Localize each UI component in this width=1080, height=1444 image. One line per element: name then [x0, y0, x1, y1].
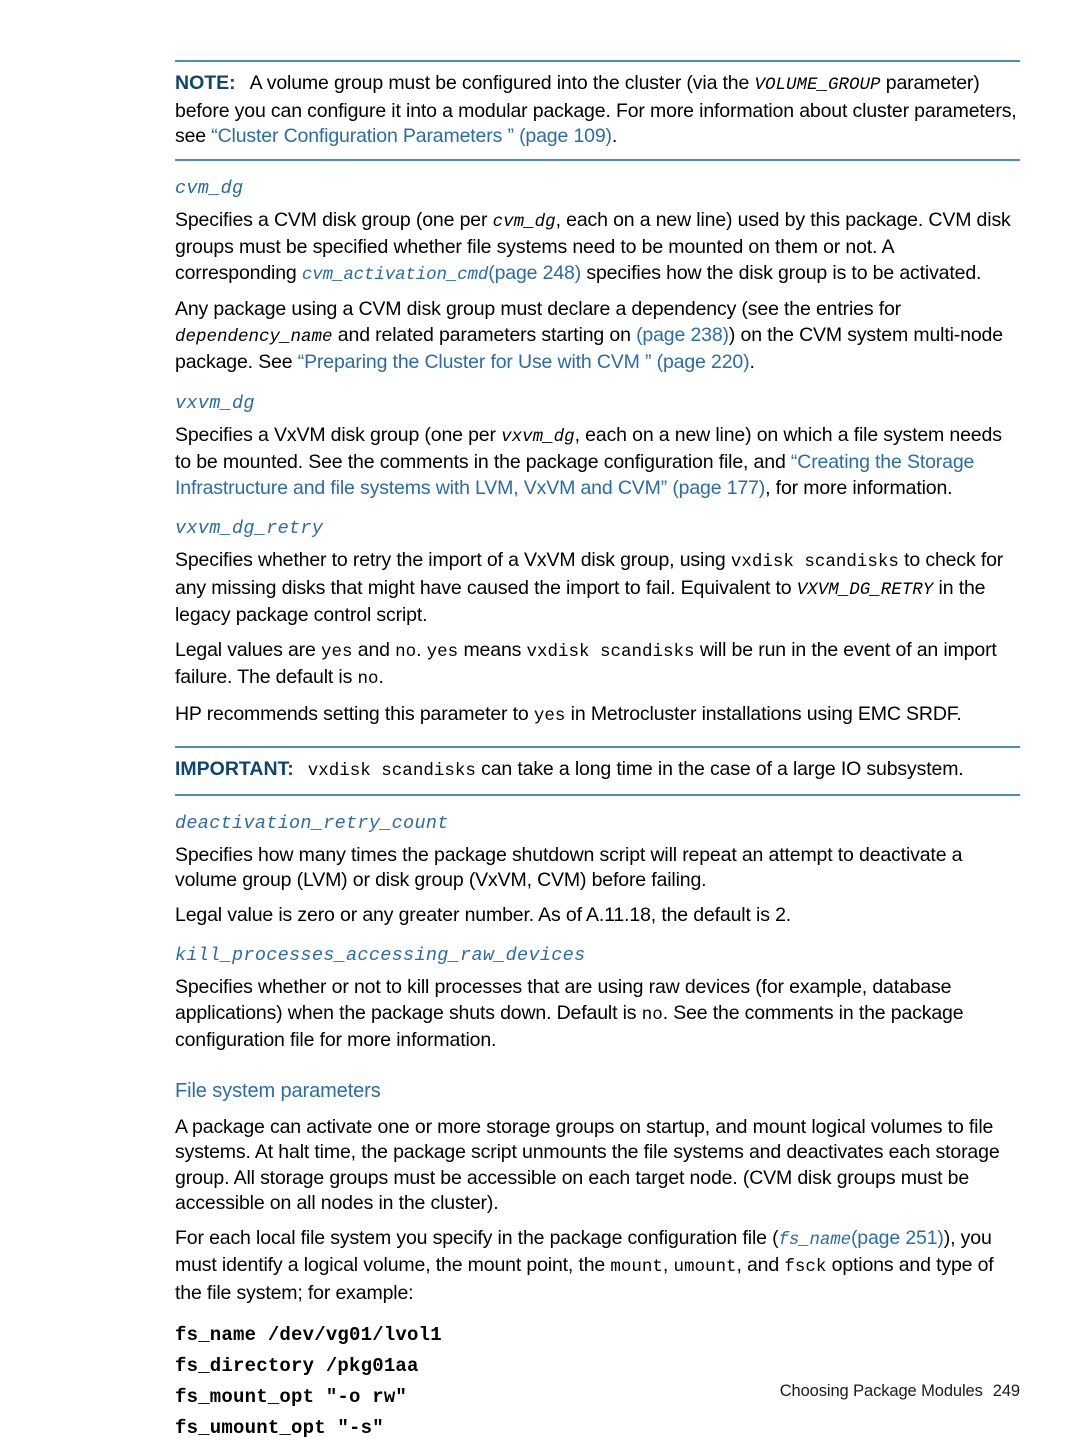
code-line: fs_name /dev/vg01/lvol1: [175, 1324, 442, 1346]
cvm-dg-paragraph-1: Specifies a CVM disk group (one per cvm_…: [175, 208, 1020, 289]
param-heading-vxvm-dg: vxvm_dg: [175, 392, 255, 414]
important-vxdisk-scandisks-code: vxdisk scandisks: [307, 761, 476, 781]
link-preparing-the-cluster-for-use-with-cvm[interactable]: “Preparing the Cluster for Use with CVM …: [298, 351, 750, 373]
vxvm-dg-retry-p3-a: HP recommends setting this parameter to: [175, 702, 534, 725]
vxdisk-scandisks-code-1: vxdisk scandisks: [730, 552, 899, 572]
file-system-parameters-paragraph-2: For each local file system you specify i…: [175, 1226, 1020, 1307]
code-line: fs_directory /pkg01aa: [175, 1355, 419, 1377]
vxvm-dg-retry-paragraph-3: HP recommends setting this parameter to …: [175, 702, 1020, 730]
note-admonition: NOTE: A volume group must be configured i…: [175, 60, 1020, 161]
link-page-248[interactable]: (page 248): [488, 262, 581, 284]
important-text: can take a long time in the case of a la…: [475, 758, 964, 780]
fsp-p2-d: , and: [736, 1254, 785, 1276]
vxvm-dg-retry-paragraph-2: Legal values are yes and no. yes means v…: [175, 638, 1020, 693]
vxvm-dg-p1-a: Specifies a VxVM disk group (one per: [175, 423, 502, 446]
cvm-dg-p1-a: Specifies a CVM disk group (one per: [175, 208, 493, 231]
param-heading-cvm-dg: cvm_dg: [175, 177, 244, 199]
deactivation-retry-count-paragraph-1: Specifies how many times the package shu…: [175, 843, 963, 892]
vxvm-dg-retry-legacy-code: VXVM_DG_RETRY: [796, 579, 934, 600]
footer-page-number: 249: [992, 1382, 1020, 1400]
cvm-dg-dependency-name-code: dependency_name: [175, 326, 333, 347]
yes-code-1: yes: [320, 641, 353, 662]
cvm-dg-p2-a: Any package using a CVM disk group must …: [175, 298, 902, 320]
note-text-part1: A volume group must be configured into t…: [249, 72, 755, 94]
fsp-p2-c: ,: [662, 1254, 674, 1276]
link-cluster-configuration-parameters[interactable]: “Cluster Configuration Parameters ” (pag…: [211, 125, 612, 147]
param-heading-deactivation-retry-count: deactivation_retry_count: [175, 812, 449, 834]
yes-code-3: yes: [533, 705, 566, 726]
cvm-dg-p2-d: .: [749, 351, 755, 373]
vxvm-dg-retry-p2-a: Legal values are: [175, 638, 321, 661]
note-volume-group-code: VOLUME_GROUP: [754, 75, 881, 95]
vxvm-dg-paragraph-1: Specifies a VxVM disk group (one per vxv…: [175, 423, 1020, 502]
important-label: IMPORTANT:: [175, 758, 294, 780]
link-fs-name[interactable]: fs_name: [778, 1230, 851, 1250]
footer-chapter-title: Choosing Package Modules: [779, 1382, 983, 1400]
deactivation-retry-count-paragraph-2: Legal value is zero or any greater numbe…: [175, 903, 792, 926]
vxvm-dg-retry-p2-f: .: [378, 666, 384, 688]
fsp-p2-a: For each local file system you specify i…: [175, 1226, 779, 1249]
vxvm-dg-retry-p3-b: in Metrocluster installations using EMC …: [565, 702, 962, 725]
vxvm-dg-p1-c: , for more information.: [765, 476, 953, 499]
page-footer: Choosing Package Modules 249: [175, 1382, 1020, 1401]
yes-code-2: yes: [426, 641, 459, 662]
important-paragraph: IMPORTANT: vxdisk scandisks can take a lo…: [175, 757, 1020, 785]
link-cvm-activation-cmd[interactable]: cvm_activation_cmd: [302, 265, 488, 285]
file-system-parameters-paragraph-1: A package can activate one or more stora…: [175, 1115, 1000, 1215]
important-admonition: IMPORTANT: vxdisk scandisks can take a lo…: [175, 746, 1020, 796]
note-paragraph: NOTE: A volume group must be configured i…: [175, 71, 1020, 150]
section-heading-file-system-parameters: File system parameters: [175, 1079, 381, 1102]
no-code-3: no: [641, 1004, 663, 1025]
note-text-part3: .: [611, 125, 618, 147]
cvm-dg-inline-code: cvm_dg: [492, 211, 556, 232]
link-page-251[interactable]: (page 251): [851, 1227, 944, 1249]
umount-code: umount: [673, 1257, 737, 1277]
code-line: fs_umount_opt "-s": [175, 1417, 384, 1439]
vxvm-dg-retry-paragraph-1: Specifies whether to retry the import of…: [175, 548, 1020, 629]
fsck-code: fsck: [784, 1257, 827, 1277]
no-code-2: no: [357, 669, 379, 689]
cvm-dg-p1-c: specifies how the disk group is to be ac…: [581, 261, 982, 284]
kill-processes-paragraph-1: Specifies whether or not to kill process…: [175, 975, 1020, 1054]
cvm-dg-paragraph-2: Any package using a CVM disk group must …: [175, 297, 1020, 376]
vxvm-dg-retry-p2-d: means: [458, 638, 527, 661]
note-label: NOTE:: [175, 72, 236, 94]
link-page-238[interactable]: (page 238): [636, 324, 729, 346]
vxvm-dg-retry-p2-c: .: [416, 638, 427, 661]
mount-code: mount: [610, 1257, 663, 1277]
param-heading-vxvm-dg-retry: vxvm_dg_retry: [175, 518, 324, 539]
document-page: NOTE: A volume group must be configured i…: [0, 0, 1080, 1439]
vxvm-dg-retry-p1-a: Specifies whether to retry the import of…: [175, 549, 731, 571]
page-content: NOTE: A volume group must be configured i…: [175, 60, 1020, 1444]
vxvm-dg-retry-p2-b: and: [352, 638, 396, 661]
vxvm-dg-inline-code: vxvm_dg: [501, 426, 575, 447]
param-heading-kill-processes-accessing-raw-devices: kill_processes_accessing_raw_devices: [175, 945, 586, 966]
vxdisk-scandisks-code-2: vxdisk scandisks: [526, 641, 695, 662]
no-code-1: no: [395, 641, 417, 662]
cvm-dg-p2-b: and related parameters starting on: [332, 323, 637, 346]
